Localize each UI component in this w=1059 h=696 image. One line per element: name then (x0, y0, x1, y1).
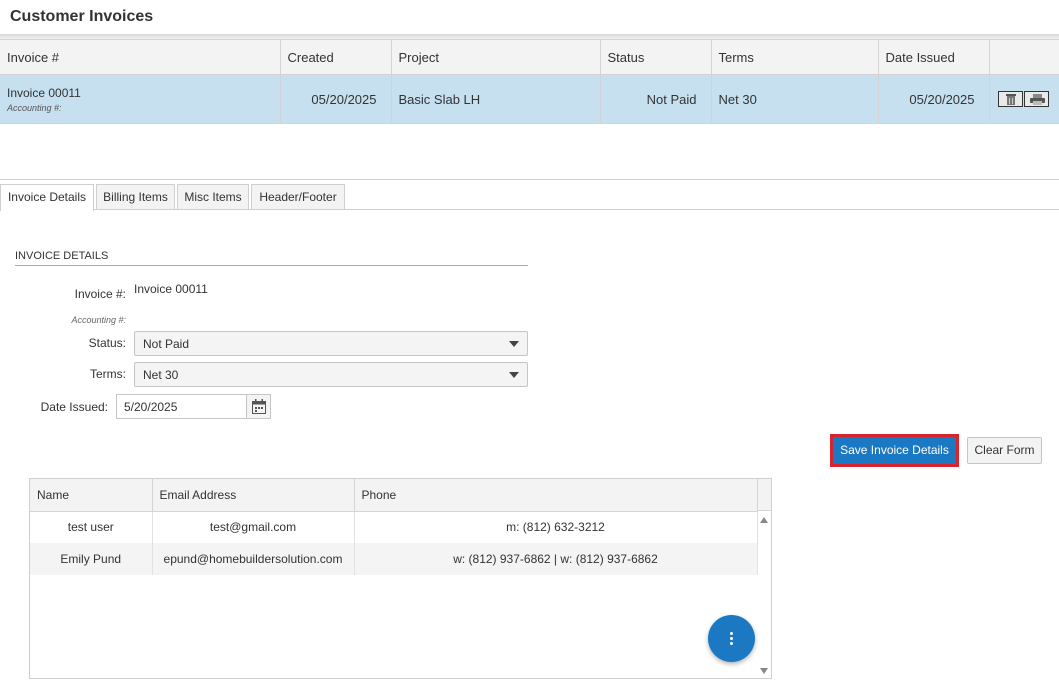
contact-email: test@gmail.com (152, 511, 355, 543)
invoice-grid: Invoice # Created Project Status Terms D… (0, 39, 1059, 180)
date-issued-label: Date Issued: (40, 400, 108, 414)
column-header-name[interactable]: Name (30, 479, 153, 512)
page-title: Customer Invoices (10, 8, 154, 25)
date-issued-input[interactable]: 5/20/2025 (116, 394, 247, 419)
invoice-row[interactable]: Invoice 00011 Accounting #: 05/20/2025 B… (0, 74, 1059, 124)
more-vertical-icon-dot (730, 637, 733, 640)
contact-name: Emily Pund (30, 543, 153, 575)
created-cell: 05/20/2025 (280, 74, 392, 124)
status-select[interactable]: Not Paid (134, 331, 528, 356)
column-header-status[interactable]: Status (600, 39, 712, 75)
column-header-phone[interactable]: Phone (354, 479, 758, 512)
accounting-number-label: Accounting #: (7, 102, 62, 113)
terms-select[interactable]: Net 30 (134, 362, 528, 387)
column-header-actions (989, 39, 1059, 75)
trash-icon[interactable] (998, 91, 1023, 108)
chevron-down-icon (509, 372, 519, 378)
column-header-email[interactable]: Email Address (152, 479, 355, 512)
invoice-label: Invoice #: (74, 287, 126, 301)
clear-form-button[interactable]: Clear Form (967, 437, 1042, 464)
status-label: Status: (88, 336, 126, 350)
save-invoice-details-button[interactable]: Save Invoice Details (833, 437, 956, 464)
status-cell: Not Paid (600, 74, 712, 124)
calendar-icon (252, 399, 266, 414)
actions-cell (989, 74, 1059, 124)
terms-cell: Net 30 (711, 74, 879, 124)
column-header-project[interactable]: Project (391, 39, 601, 75)
chevron-down-icon (509, 341, 519, 347)
invoice-number: Invoice 00011 (7, 85, 81, 100)
contact-phone: m: (812) 632-3212 (354, 511, 758, 543)
terms-label: Terms: (90, 367, 126, 381)
column-header-terms[interactable]: Terms (711, 39, 879, 75)
contacts-grid: Name Email Address Phone test user test@… (29, 478, 772, 679)
contact-name: test user (30, 511, 153, 543)
column-header-date-issued[interactable]: Date Issued (878, 39, 990, 75)
invoice-value: Invoice 00011 (134, 282, 208, 296)
tabs-divider (94, 209, 1059, 210)
contact-phone: w: (812) 937-6862 | w: (812) 937-6862 (354, 543, 758, 575)
printer-icon[interactable] (1024, 91, 1049, 108)
scroll-up-arrow[interactable] (760, 517, 768, 523)
contact-email: epund@homebuildersolution.com (152, 543, 355, 575)
scrollbar-header-cell (757, 479, 771, 511)
contact-row[interactable]: test user test@gmail.com m: (812) 632-32… (30, 511, 758, 543)
more-vertical-icon (730, 632, 733, 635)
project-cell: Basic Slab LH (391, 74, 601, 124)
tab-misc-items[interactable]: Misc Items (177, 184, 249, 210)
invoice-cell: Invoice 00011 Accounting #: (0, 74, 281, 124)
tab-billing-items[interactable]: Billing Items (96, 184, 175, 210)
accounting-label: Accounting #: (71, 315, 126, 325)
more-actions-button[interactable] (708, 615, 755, 662)
contact-row[interactable]: Emily Pund epund@homebuildersolution.com… (30, 543, 758, 575)
tab-header-footer[interactable]: Header/Footer (251, 184, 345, 210)
more-vertical-icon-dot (730, 642, 733, 645)
section-title: INVOICE DETAILS (15, 250, 528, 266)
tab-invoice-details[interactable]: Invoice Details (0, 184, 94, 211)
column-header-created[interactable]: Created (280, 39, 392, 75)
terms-selected-value: Net 30 (143, 368, 179, 382)
column-header-invoice[interactable]: Invoice # (0, 39, 281, 75)
scroll-down-arrow[interactable] (760, 668, 768, 674)
calendar-button[interactable] (246, 394, 271, 419)
date-issued-cell: 05/20/2025 (878, 74, 990, 124)
status-selected-value: Not Paid (143, 337, 190, 351)
